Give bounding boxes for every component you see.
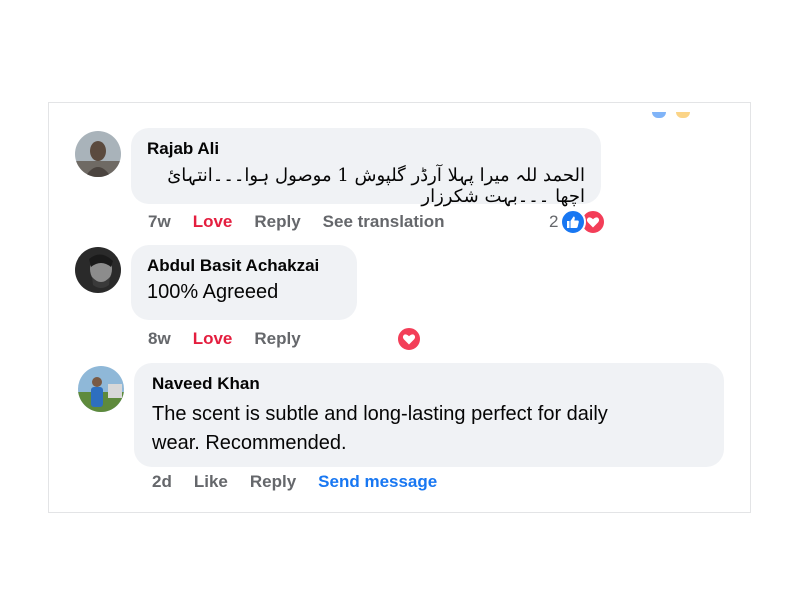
reply-button[interactable]: Reply: [254, 212, 300, 232]
reply-button[interactable]: Reply: [250, 472, 296, 492]
love-icon: [396, 326, 422, 352]
comment-bubble: Naveed Khan The scent is subtle and long…: [134, 363, 724, 467]
love-reaction-button[interactable]: Love: [193, 329, 233, 349]
avatar-photo: [75, 247, 121, 293]
like-reaction-button[interactable]: Like: [194, 472, 228, 492]
comment-author[interactable]: Abdul Basit Achakzai: [147, 256, 341, 276]
comment-text: 100% Agreeed: [147, 281, 279, 303]
comment-author[interactable]: Rajab Ali: [147, 139, 585, 159]
comment-text-line-2: wear. Recommended.: [152, 432, 347, 454]
avatar[interactable]: [75, 131, 121, 177]
comment-time[interactable]: 8w: [148, 329, 171, 349]
comment-bubble: Abdul Basit Achakzai 100% Agreeed: [131, 245, 357, 320]
comment-actions: 2d Like Reply Send message: [152, 472, 437, 492]
comment-actions: 7w Love Reply See translation: [148, 212, 445, 232]
comment-text: الحمد للہ میرا پہلا آرڈر گلپوش 1 موصول ہ…: [167, 165, 585, 207]
comment-actions: 8w Love Reply: [148, 329, 301, 349]
comment-time[interactable]: 2d: [152, 472, 172, 492]
reaction-summary[interactable]: [396, 326, 422, 352]
avatar[interactable]: [78, 366, 124, 412]
comment-author[interactable]: Naveed Khan: [152, 374, 706, 394]
reaction-count: 2: [549, 212, 559, 231]
like-icon: [560, 209, 587, 235]
avatar-photo: [78, 366, 124, 412]
reply-button[interactable]: Reply: [254, 329, 300, 349]
comment-text-line-1: The scent is subtle and long-lasting per…: [152, 403, 608, 425]
send-message-link[interactable]: Send message: [318, 472, 437, 492]
avatar[interactable]: [75, 247, 121, 293]
comment-bubble: Rajab Ali الحمد للہ میرا پہلا آرڈر گلپوش…: [131, 128, 601, 207]
avatar-photo: [75, 131, 121, 177]
comment-time[interactable]: 7w: [148, 212, 171, 232]
see-translation-link[interactable]: See translation: [323, 212, 445, 232]
reaction-summary[interactable]: 2: [549, 209, 607, 235]
love-reaction-button[interactable]: Love: [193, 212, 233, 232]
